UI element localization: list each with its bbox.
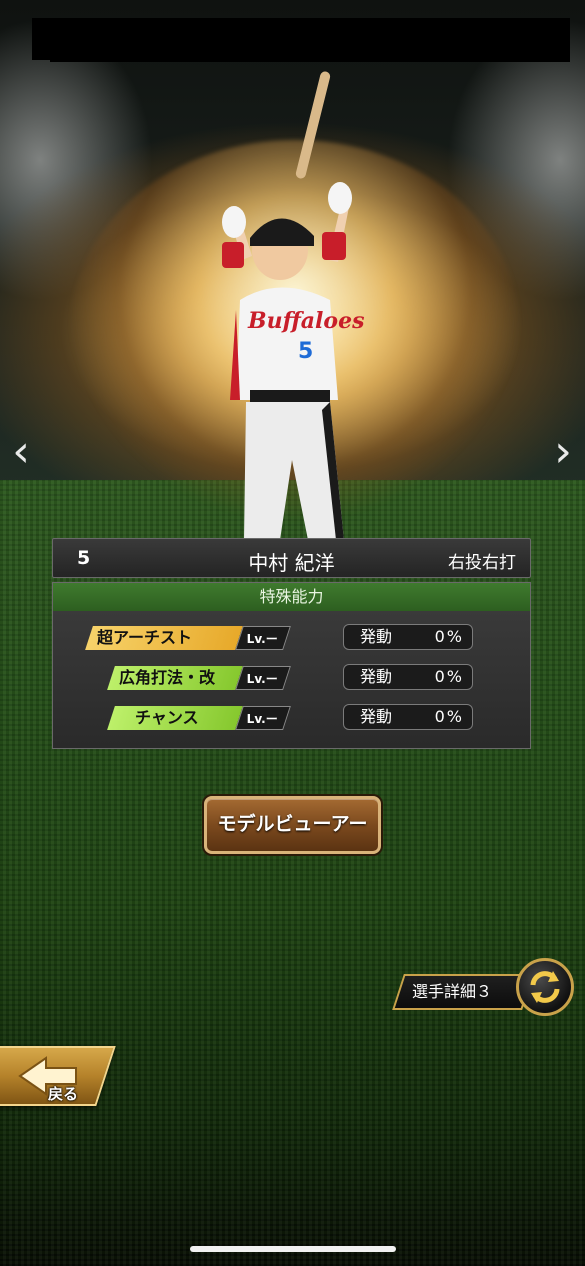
player-detail-button[interactable]: 選手詳細３ bbox=[392, 974, 534, 1010]
home-indicator[interactable] bbox=[190, 1246, 396, 1252]
model-viewer-button[interactable]: モデルビューアー bbox=[204, 796, 381, 854]
ability-activation: 発動 0% bbox=[343, 664, 473, 690]
special-abilities-header: 特殊能力 bbox=[53, 583, 530, 611]
activation-value: 0% bbox=[434, 667, 464, 686]
ability-label: 広角打法・改 bbox=[107, 666, 243, 690]
player-detail-label: 選手詳細３ bbox=[412, 982, 493, 1001]
ability-level: Lv.ー bbox=[235, 626, 291, 650]
ability-level: Lv.ー bbox=[235, 706, 291, 730]
special-abilities-panel: 特殊能力 超アーチスト Lv.ー 発動 0% 広角打法・改 Lv.ー 発動 0%… bbox=[52, 582, 531, 749]
status-bar-redaction bbox=[50, 44, 570, 62]
activation-value: 0% bbox=[434, 627, 464, 646]
throw-bat-hand: 右投右打 bbox=[448, 553, 516, 573]
uniform-number: 5 bbox=[298, 339, 313, 364]
activation-value: 0% bbox=[434, 707, 464, 726]
player-illustration: Buffaloes 5 bbox=[222, 71, 364, 540]
activation-label: 発動 bbox=[360, 627, 393, 646]
next-card-arrow-icon[interactable]: › bbox=[548, 428, 578, 476]
ability-level: Lv.ー bbox=[235, 666, 291, 690]
ability-row[interactable]: 広角打法・改 Lv.ー 発動 0% bbox=[53, 663, 530, 693]
prev-card-arrow-icon[interactable]: ‹ bbox=[6, 428, 36, 476]
ability-activation: 発動 0% bbox=[343, 624, 473, 650]
uniform-logo-text: Buffaloes bbox=[247, 308, 364, 334]
ability-row[interactable]: チャンス Lv.ー 発動 0% bbox=[53, 703, 530, 733]
activation-label: 発動 bbox=[360, 667, 393, 686]
switch-arrows-icon-glyph bbox=[530, 971, 560, 1003]
back-button-label: 戻る bbox=[48, 1085, 79, 1103]
ability-activation: 発動 0% bbox=[343, 704, 473, 730]
ability-row[interactable]: 超アーチスト Lv.ー 発動 0% bbox=[53, 623, 530, 653]
activation-label: 発動 bbox=[360, 707, 393, 726]
switch-arrows-icon[interactable] bbox=[516, 958, 574, 1016]
ability-label: 超アーチスト bbox=[85, 626, 243, 650]
ability-label: チャンス bbox=[107, 706, 243, 730]
player-info-bar: 5 中村 紀洋 右投右打 bbox=[52, 538, 531, 578]
